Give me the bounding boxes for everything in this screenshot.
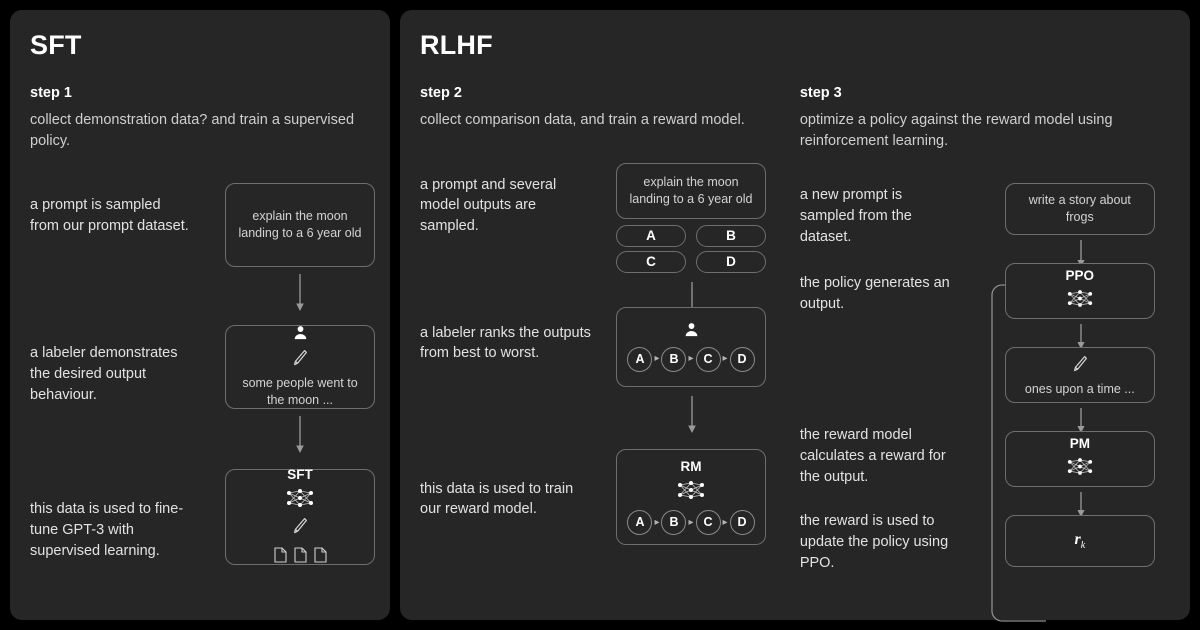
rm-rank-node-b-label: B	[669, 515, 679, 530]
card-prompt-step3-text: write a story about frogs	[1028, 193, 1131, 225]
step-3-description: optimize a policy against the reward mod…	[799, 112, 1113, 149]
card-reward-model-title: RM	[680, 459, 702, 475]
option-pill-d-label: D	[726, 254, 736, 270]
step-1-caption-2: a labeler demonstrates the desired outpu…	[30, 345, 178, 403]
diagram-root: SFT step 1 collect demonstration data? a…	[0, 0, 1200, 630]
rank-node-d-label: D	[737, 351, 747, 366]
arrow-right-small-icon: ▸	[688, 353, 694, 365]
neural-network-icon	[1066, 457, 1094, 481]
step-2-caption-3: this data is used to train our reward mo…	[420, 480, 574, 518]
rlhf-steps: step 2 collect comparison data, and trai…	[420, 85, 1170, 622]
person-icon	[684, 322, 699, 342]
rank-node-c-label: C	[703, 351, 713, 366]
step-1-description: collect demonstration data? and train a …	[30, 112, 355, 149]
rm-rank-node-a[interactable]: A	[627, 510, 653, 536]
step-3-caption-4: the reward is used to update the policy …	[799, 513, 949, 571]
rank-node-a[interactable]: A	[627, 346, 653, 372]
reward-model-ranking-row: A ▸ B ▸ C ▸ D	[627, 510, 755, 536]
pencil-icon	[292, 349, 308, 372]
card-reward-model[interactable]: RM A ▸ B ▸ C ▸ D	[616, 448, 766, 545]
step-1-caption-3: this data is used to fine-tune GPT-3 wit…	[30, 501, 184, 559]
step-3-flow: a new prompt is sampled from the dataset…	[799, 177, 1170, 622]
option-pill-c[interactable]: C	[616, 250, 686, 273]
card-prompt-sft[interactable]: explain the moon landing to a 6 year old	[225, 183, 375, 268]
option-pill-b-label: B	[726, 228, 736, 244]
rm-rank-node-a-label: A	[635, 515, 645, 530]
arrow-right-small-icon: ▸	[654, 353, 660, 365]
step-3-caption-1: a new prompt is sampled from the dataset…	[799, 187, 912, 245]
panel-sft: SFT step 1 collect demonstration data? a…	[10, 10, 390, 620]
card-prompt-sft-text: explain the moon landing to a 6 year old	[238, 209, 362, 241]
panel-rlhf: RLHF step 2 collect comparison data, and…	[400, 10, 1190, 622]
neural-network-icon	[285, 488, 315, 513]
option-pill-b[interactable]: B	[696, 224, 766, 247]
step-2-label: step 2	[420, 85, 462, 101]
card-policy-output[interactable]: ones upon a time ...	[1004, 347, 1155, 404]
ranking-row: A ▸ B ▸ C ▸ D	[627, 346, 755, 372]
card-pm-title: PM	[1069, 436, 1090, 452]
rank-node-a-label: A	[635, 351, 645, 366]
arrow-down-icon-1	[293, 273, 307, 313]
reward-symbol: rk	[1074, 529, 1085, 553]
pencil-icon	[292, 517, 308, 540]
document-icon	[313, 547, 327, 568]
card-reward-value[interactable]: rk	[1004, 515, 1155, 568]
panel-title-sft: SFT	[30, 30, 82, 60]
step-2: step 2 collect comparison data, and trai…	[420, 85, 800, 607]
rm-rank-node-d[interactable]: D	[729, 510, 755, 536]
card-prompt-step3[interactable]: write a story about frogs	[1004, 183, 1155, 236]
step-1: step 1 collect demonstration data? and t…	[30, 85, 390, 607]
card-model-sft-title: SFT	[287, 467, 313, 483]
document-icon	[293, 547, 307, 568]
rank-node-c[interactable]: C	[695, 346, 721, 372]
card-demonstration-sft-text: some people went to the moon ...	[242, 376, 358, 408]
card-model-sft[interactable]: SFT	[225, 467, 375, 568]
step-1-caption-1: a prompt is sampled from our prompt data…	[30, 197, 189, 235]
card-policy-output-text: ones upon a time ...	[1024, 381, 1135, 396]
arrow-right-small-icon: ▸	[654, 516, 660, 528]
card-prompt-step2[interactable]: explain the moon landing to a 6 year old	[616, 162, 766, 219]
step-2-caption-1: a prompt and several model outputs are s…	[420, 176, 557, 235]
card-ppo-policy[interactable]: PPO	[1004, 263, 1155, 320]
step-1-flow: a prompt is sampled from our prompt data…	[30, 177, 390, 607]
step-2-description: collect comparison data, and train a rew…	[420, 112, 745, 128]
person-icon	[293, 325, 308, 345]
rank-node-d[interactable]: D	[729, 346, 755, 372]
step-1-label: step 1	[30, 85, 72, 101]
documents-row	[273, 547, 327, 568]
panel-title-rlhf: RLHF	[420, 30, 493, 60]
neural-network-icon	[1066, 289, 1094, 313]
option-pill-a[interactable]: A	[616, 224, 686, 247]
step-3-label: step 3	[799, 85, 842, 101]
card-ppo-title: PPO	[1065, 268, 1095, 284]
arrow-down-icon-2	[293, 415, 307, 455]
arrow-down-icon-4	[685, 395, 699, 435]
rank-node-b-label: B	[669, 351, 679, 366]
option-pill-c-label: C	[646, 254, 656, 270]
card-prompt-step2-text: explain the moon landing to a 6 year old	[629, 174, 753, 206]
document-icon	[273, 547, 287, 568]
rm-rank-node-c[interactable]: C	[695, 510, 721, 536]
arrow-right-small-icon: ▸	[688, 516, 694, 528]
neural-network-icon	[676, 480, 706, 505]
step-2-flow: a prompt and several model outputs are s…	[420, 157, 800, 587]
arrow-right-small-icon: ▸	[722, 353, 728, 365]
rm-rank-node-c-label: C	[703, 515, 713, 530]
step-2-caption-2: a labeler ranks the outputs from best to…	[420, 324, 591, 362]
option-pill-a-label: A	[646, 228, 656, 244]
rm-rank-node-b[interactable]: B	[661, 510, 687, 536]
step-3: step 3 optimize a policy against the rew…	[799, 85, 1170, 622]
step-3-caption-3: the reward model calculates a reward for…	[799, 427, 946, 485]
card-reward-model-pm[interactable]: PM	[1004, 431, 1155, 488]
card-labeler-ranking[interactable]: A ▸ B ▸ C ▸ D	[616, 306, 766, 387]
reward-symbol-subscript: k	[1080, 540, 1086, 552]
rank-node-b[interactable]: B	[661, 346, 687, 372]
arrow-right-small-icon: ▸	[722, 516, 728, 528]
option-pill-d[interactable]: D	[696, 250, 766, 273]
pencil-icon	[1072, 355, 1088, 378]
rm-rank-node-d-label: D	[737, 515, 747, 530]
step-3-caption-2: the policy generates an output.	[799, 275, 950, 313]
card-demonstration-sft[interactable]: some people went to the moon ...	[225, 325, 375, 410]
